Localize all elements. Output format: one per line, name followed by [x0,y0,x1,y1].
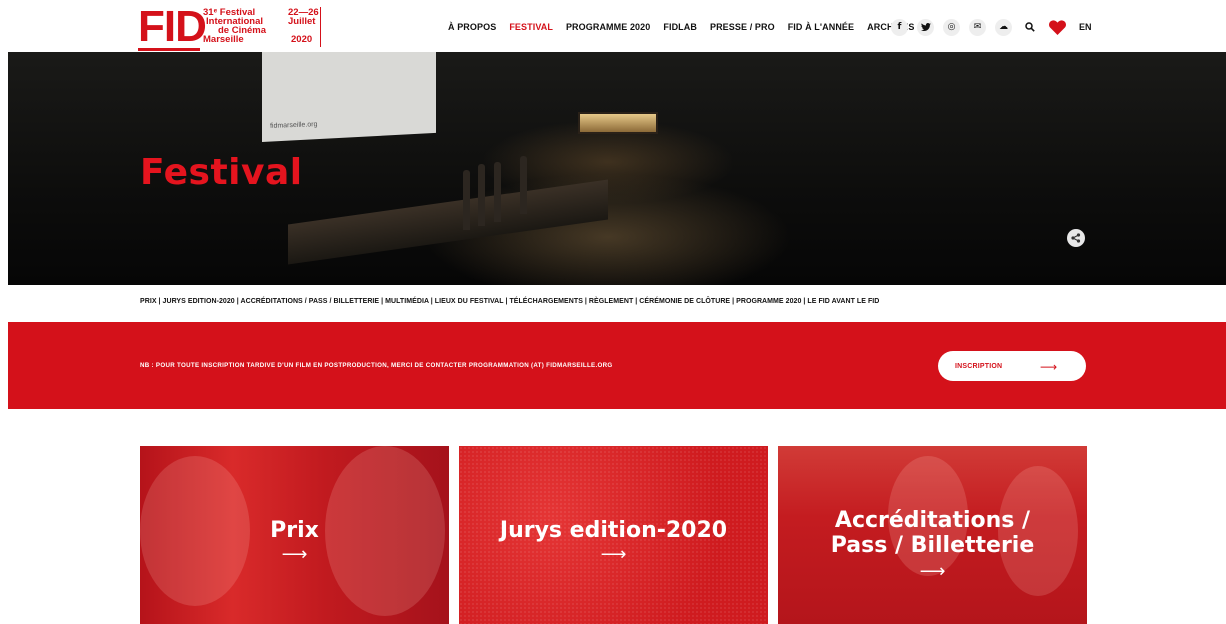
logo-divider [320,7,321,47]
card-title: Prix [270,518,319,543]
nav-item-fid-a-l-annee[interactable]: FID À L'ANNÉE [788,22,854,32]
logo-city: Marseille [203,34,244,45]
card-title-line1: Accréditations / [834,508,1031,533]
card-title-line2: Pass / Billetterie [830,533,1035,558]
search-icon[interactable] [1021,19,1038,36]
page-title: Festival [140,152,303,193]
facebook-icon[interactable]: f [891,18,908,36]
nav-item-a-propos[interactable]: À PROPOS [448,22,496,32]
nav-item-programme-2020[interactable]: PROGRAMME 2020 [566,22,650,32]
notice-banner: NB : POUR TOUTE INSCRIPTION TARDIVE D'UN… [8,322,1226,409]
card-prix[interactable]: Prix ⟶ [140,446,449,624]
nav-item-festival[interactable]: FESTIVAL [509,22,553,32]
projection-booth [578,112,658,134]
arrow-right-icon: ⟶ [281,544,308,565]
main-nav: À PROPOS FESTIVAL PROGRAMME 2020 FIDLAB … [448,19,927,35]
arrow-right-icon: ⟶ [1040,360,1058,374]
logo-year: 2020 [291,34,313,45]
cloud-icon[interactable]: ☁ [995,18,1012,36]
photo-person [325,446,445,616]
card-title: Jurys edition-2020 [499,518,728,543]
person-silhouette [494,162,501,222]
arrow-right-icon: ⟶ [600,544,627,565]
stage [288,179,608,265]
card-jurys[interactable]: Jurys edition-2020 ⟶ [459,446,768,624]
instagram-icon[interactable]: ◎ [943,18,960,36]
fid-logo[interactable]: FID 31ᵉ Festival International de Cinéma… [138,2,326,52]
logo-underline [138,48,200,51]
social-icons: f ◎ ✉ ☁ EN [891,18,1092,36]
card-accreditations[interactable]: Accréditations / Pass / Billetterie ⟶ [778,446,1087,624]
notice-text: NB : POUR TOUTE INSCRIPTION TARDIVE D'UN… [140,362,613,369]
section-subnav[interactable]: PRIX | JURYS EDITION-2020 | ACCRÉDITATIO… [140,298,1140,305]
inscription-button[interactable]: INSCRIPTION ⟶ [938,351,1086,381]
heart-icon[interactable] [1047,19,1067,36]
person-silhouette [520,156,527,214]
nav-item-fidlab[interactable]: FIDLAB [663,22,697,32]
share-icon[interactable] [1067,229,1085,247]
arrow-right-icon: ⟶ [919,561,946,582]
logo-month: Juillet [288,16,316,27]
nav-item-presse-pro[interactable]: PRESSE / PRO [710,22,775,32]
person-silhouette [463,170,470,230]
language-switch-en[interactable]: EN [1079,22,1092,32]
logo-wordmark: FID [138,2,207,51]
mail-icon[interactable]: ✉ [969,18,986,36]
site-header: FID 31ᵉ Festival International de Cinéma… [0,0,1226,52]
inscription-label: INSCRIPTION [955,362,1003,370]
twitter-icon[interactable] [917,18,934,36]
person-silhouette [478,164,485,226]
photo-person [140,456,250,606]
hero-banner: fidmarseille.org Festival [8,52,1226,285]
